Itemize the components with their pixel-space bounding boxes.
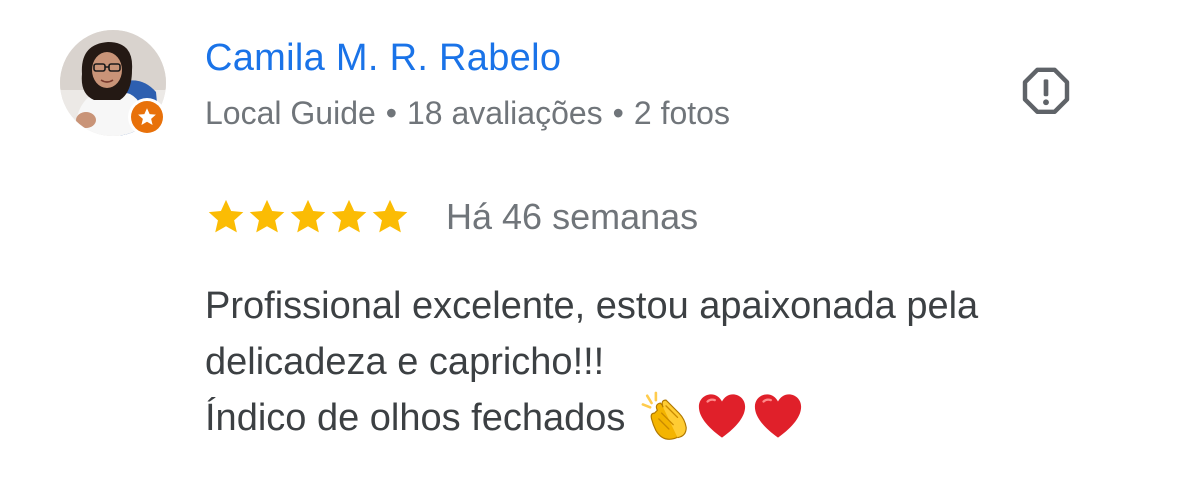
review-date: Há 46 semanas [446, 196, 699, 237]
author-name[interactable]: Camila M. R. Rabelo [205, 36, 561, 80]
red-heart-emoji [698, 394, 746, 438]
author-avatar-wrap[interactable] [60, 30, 166, 136]
review-text-line: delicadeza e capricho!!! [205, 341, 605, 383]
star-icon [372, 199, 408, 233]
rating-row: Há 46 semanas [205, 193, 698, 241]
review-card: Camila M. R. Rabelo Local Guide • 18 avali… [0, 0, 1179, 492]
meta-separator: • [612, 95, 624, 131]
meta-separator: • [385, 95, 397, 131]
author-meta: Local Guide • 18 avaliações • 2 fotos [205, 93, 730, 133]
local-guide-label: Local Guide [205, 95, 376, 131]
review-text: Profissional excelente, estou apaixonada… [205, 278, 1145, 446]
star-icon [331, 199, 367, 233]
report-octagon-icon [1022, 67, 1070, 115]
clapping-hands-emoji [641, 391, 687, 440]
photos-count: 2 fotos [633, 95, 730, 131]
star-rating [205, 196, 410, 238]
local-guide-star-icon [138, 108, 156, 125]
local-guide-badge [128, 98, 166, 136]
review-text-line: Índico de olhos fechados [205, 397, 626, 439]
review-text-line-last: Índico de olhos fechados [205, 390, 1145, 446]
star-icon [290, 199, 326, 233]
reviews-count: 18 avaliações [406, 95, 603, 131]
star-icon [208, 199, 244, 233]
report-review-button[interactable] [1016, 62, 1076, 122]
star-icon [249, 199, 285, 233]
red-heart-emoji [754, 394, 802, 438]
review-text-line: Profissional excelente, estou apaixonada… [205, 285, 979, 327]
